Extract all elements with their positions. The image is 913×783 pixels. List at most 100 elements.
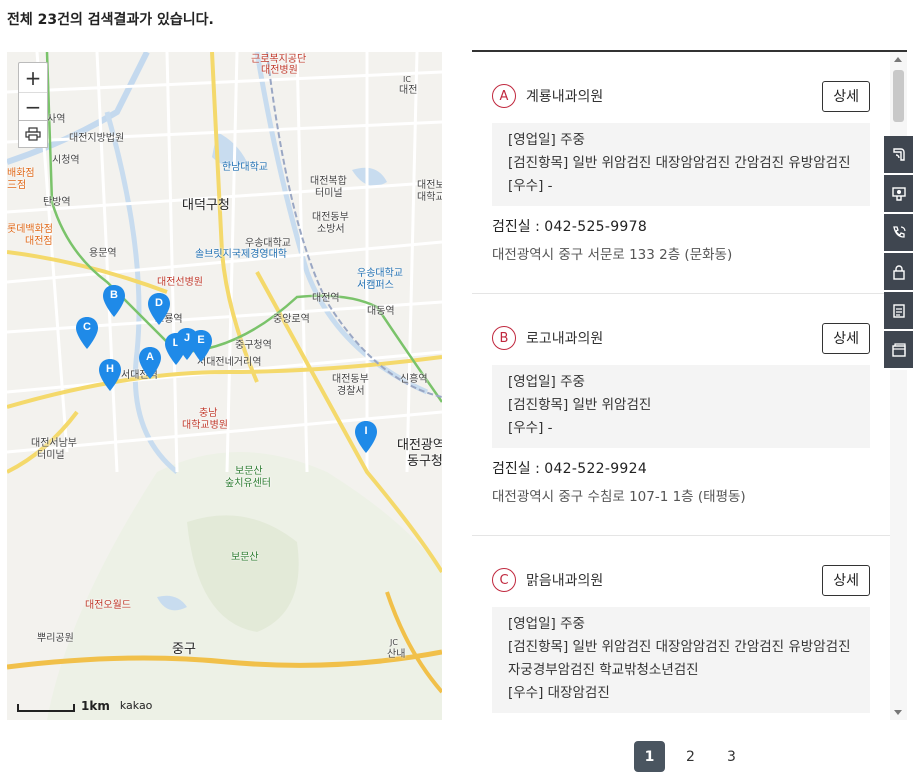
pagination: 1 2 3 [634, 741, 747, 772]
map-label-sinheung: 신흥역 [400, 374, 428, 385]
map-label-bomun-peak: 보문산 [231, 552, 259, 563]
excellent-rating: [우수] - [508, 178, 553, 194]
result-item: A 계룡내과의원 상세 [영업일] 주중 [검진항목] 일반 위암검진 대장암암… [472, 52, 890, 294]
result-letter-badge: C [492, 568, 516, 592]
map-label-seonam2: 터미널 [37, 450, 65, 461]
map-label-junggu: 중구청역 [235, 340, 272, 351]
map-label-dept-store2: 대학교 [417, 192, 442, 203]
map-label-seonam: 대전서남부 [31, 438, 77, 449]
map-marker-b[interactable]: B [102, 284, 126, 318]
page-3-button[interactable]: 3 [716, 741, 747, 772]
page-2-button[interactable]: 2 [675, 741, 706, 772]
zoom-out-button[interactable]: − [19, 92, 47, 121]
map-panel[interactable]: 근로복지공단 대전병원 IC 대전 사역 대전지방법원 시청역 한남대학교 대전… [7, 52, 442, 720]
detail-button[interactable]: 상세 [822, 564, 870, 596]
map-label-ppuri: 뿌리공원 [37, 633, 74, 644]
map-label-jungang: 중앙로역 [273, 314, 310, 325]
clinic-address: 대전광역시 중구 수침로 107-1 1층 (태평동) [492, 489, 746, 505]
map-label-dongbu: 대전동부 [312, 212, 349, 223]
map-label-dept-store: 대전보 [417, 180, 442, 191]
phone-label: 검진실 : [492, 219, 540, 235]
map-label-woosong2b: 서캠퍼스 [357, 280, 394, 291]
map-label-three: 三점 [7, 180, 27, 191]
phone-number: 042-525-9978 [544, 219, 648, 235]
map-label-yongmun: 용문역 [89, 248, 117, 259]
phone-number: 042-522-9924 [544, 461, 648, 477]
map-marker-a[interactable]: A [138, 346, 162, 380]
clinic-info-box: [영업일] 주중 [검진항목] 일반 위암검진 [우수] - [492, 365, 870, 448]
sms-icon [892, 147, 905, 161]
map-label-dongbu-police2: 경찰서 [337, 386, 365, 397]
clinic-address: 대전광역시 중구 서문로 133 2층 (문화동) [492, 247, 733, 263]
zoom-in-button[interactable]: + [19, 63, 47, 92]
wallet-icon [891, 342, 906, 357]
map-label-baekhwa: 배화점 [7, 168, 35, 179]
clinic-name: 로고내과의원 [526, 331, 604, 347]
map-provider: kakao [119, 699, 153, 712]
map-label-city-hall: 시청역 [52, 155, 80, 166]
map-zoom-control: + − [18, 62, 48, 122]
excellent-rating: [우수] 대장암검진 [508, 685, 610, 701]
clinic-name: 계룡내과의원 [526, 89, 604, 105]
map-label-sannae: 산내 [387, 649, 406, 660]
map-label-dongbu-police: 대전동부 [332, 374, 369, 385]
excellent-rating: [우수] - [508, 420, 553, 436]
scale-bar [17, 704, 75, 712]
clinic-phone: 검진실 : 042-525-9978 [492, 216, 870, 236]
map-label-court: 대전지방법원 [69, 133, 125, 144]
map-label-bomunsan2: 숲치유센터 [225, 478, 271, 489]
map-label-lotte2: 대전점 [25, 236, 53, 247]
map-label-tanbang: 탄방역 [43, 197, 71, 208]
clinic-name: 맑음내과의원 [526, 573, 604, 589]
scroll-up-icon[interactable] [894, 57, 902, 62]
business-days: [영업일] 주중 [508, 132, 585, 148]
clinic-info-box: [영업일] 주중 [검진항목] 일반 위암검진 대장암암검진 간암검진 유방암검… [492, 607, 870, 713]
print-map-button[interactable] [18, 120, 48, 148]
map-label-daedeok: 대덕구청 [182, 198, 230, 213]
video-consult-button[interactable] [884, 175, 913, 214]
lock-button[interactable] [884, 253, 913, 292]
map-label-chungnam2: 대학교병원 [182, 420, 228, 431]
result-item: B 로고내과의원 상세 [영업일] 주중 [검진항목] 일반 위암검진 [우수]… [472, 294, 890, 536]
map-label-chungnam: 충남 [199, 408, 218, 419]
result-letter-badge: A [492, 84, 516, 108]
map-scale: 1km kakao [17, 700, 152, 712]
business-days: [영업일] 주중 [508, 374, 585, 390]
detail-button[interactable]: 상세 [822, 80, 870, 112]
map-marker-d[interactable]: D [147, 292, 171, 326]
map-label-donggu2: 동구청 [407, 454, 442, 469]
map-label-donggu: 대전광역 [397, 438, 442, 453]
map-marker-j[interactable]: J [175, 327, 199, 361]
map-label-sol: 솔브릿지국제경영대학 [195, 249, 287, 260]
map-label-dong-station: 대동역 [367, 306, 395, 317]
map-label-jung: 중구 [172, 642, 196, 657]
wallet-button[interactable] [884, 331, 913, 370]
result-letter-badge: B [492, 326, 516, 350]
map-label-oworld: 대전오월드 [85, 600, 131, 611]
phone-consult-button[interactable] [884, 214, 913, 253]
map-label-terminal: 대전복합 [310, 176, 347, 187]
page-1-button[interactable]: 1 [634, 741, 665, 772]
scroll-thumb[interactable] [893, 70, 904, 122]
sms-button[interactable] [884, 136, 913, 175]
map-marker-i[interactable]: I [354, 420, 378, 454]
document-icon [892, 303, 905, 318]
map-label-jc: JC [390, 638, 398, 647]
map-label-hannam: 한남대학교 [222, 162, 268, 173]
clinic-info-box: [영업일] 주중 [검진항목] 일반 위암검진 대장암암검진 간암검진 유방암검… [492, 123, 870, 206]
detail-button[interactable]: 상세 [822, 322, 870, 354]
map-marker-h[interactable]: H [98, 358, 122, 392]
phone-label: 검진실 : [492, 461, 540, 477]
side-toolbar [884, 136, 913, 370]
result-item: C 맑음내과의원 상세 [영업일] 주중 [검진항목] 일반 위암검진 대장암암… [472, 536, 890, 720]
map-label-bomunsan: 보문산 [235, 466, 263, 477]
printer-icon [25, 127, 41, 141]
result-list[interactable]: A 계룡내과의원 상세 [영업일] 주중 [검진항목] 일반 위암검진 대장암암… [472, 52, 890, 720]
map-base [7, 52, 442, 720]
map-label-fire: 소방서 [317, 224, 345, 235]
map-marker-c[interactable]: C [75, 316, 99, 350]
video-consult-icon [891, 186, 906, 201]
document-button[interactable] [884, 292, 913, 331]
scroll-down-icon[interactable] [894, 710, 902, 715]
business-days: [영업일] 주중 [508, 616, 585, 632]
